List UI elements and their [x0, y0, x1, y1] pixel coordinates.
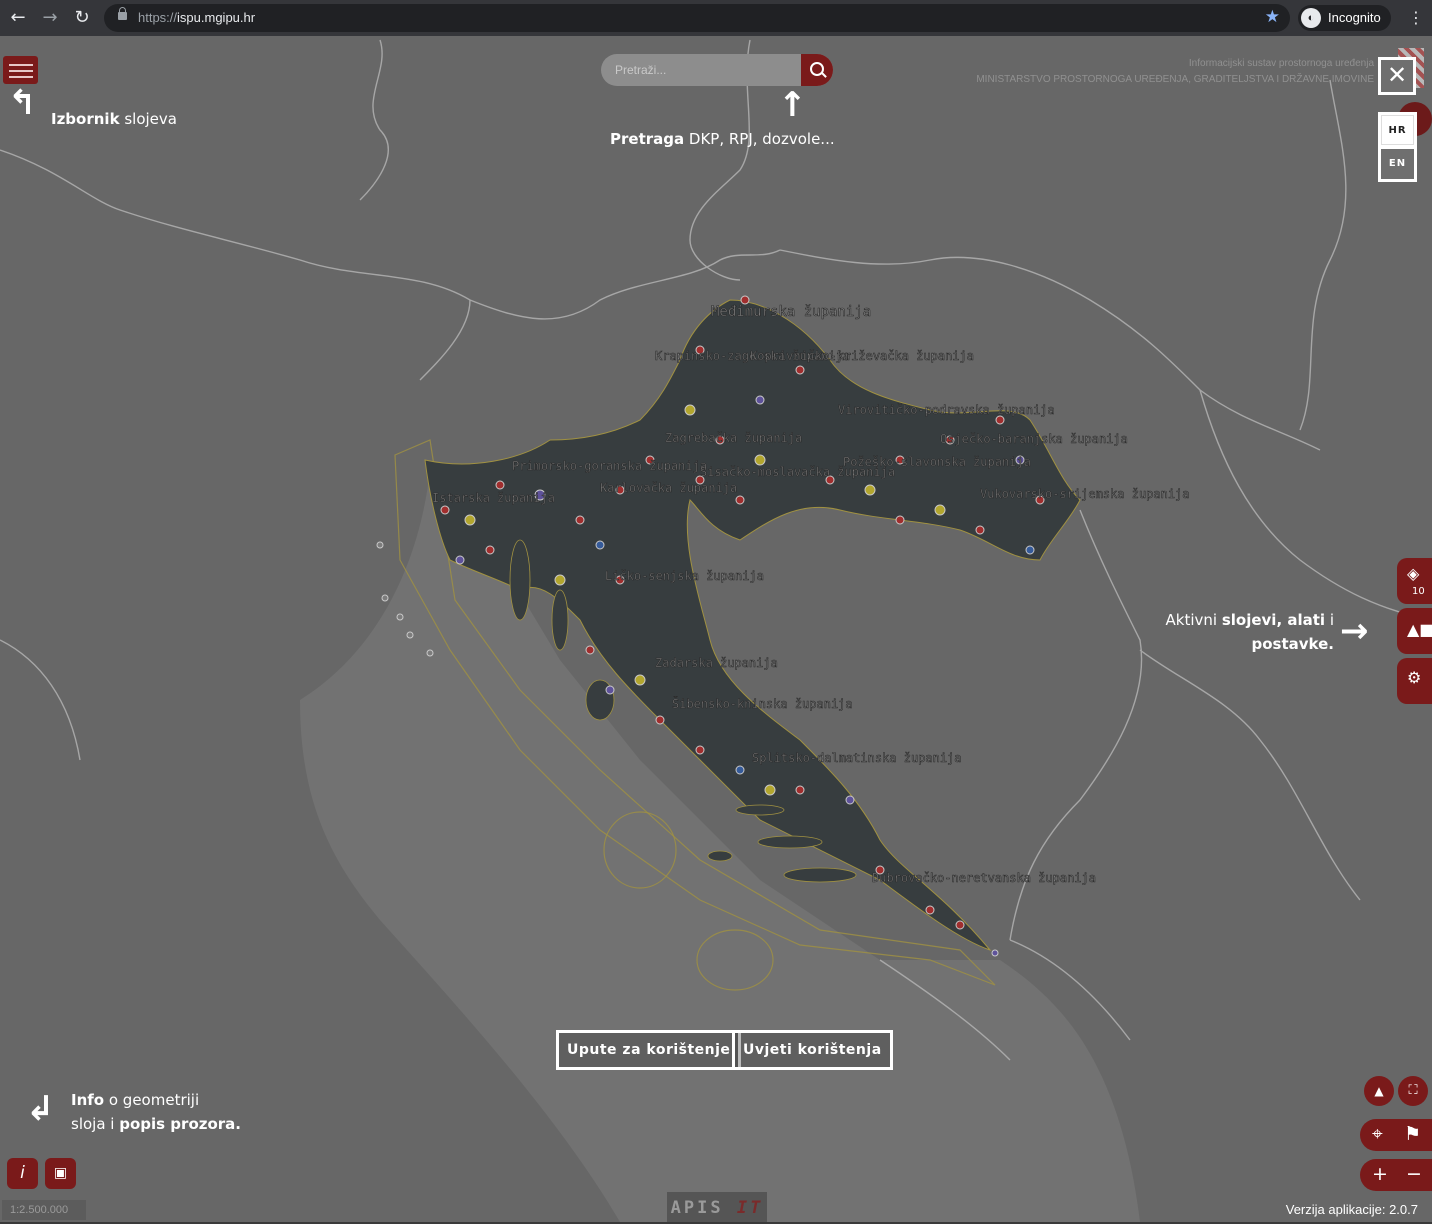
incognito-icon: ◐: [1301, 8, 1321, 28]
map-label: Istarska županija: [432, 491, 555, 505]
search-input[interactable]: [601, 54, 801, 86]
app-version: Verzija aplikacije: 2.0.7: [1285, 1202, 1418, 1217]
browser-toolbar: ← → ↻ https://ispu.mgipu.hr ★ ◐ Incognit…: [0, 0, 1432, 36]
browser-menu-icon[interactable]: ⋮: [1408, 8, 1424, 27]
map-label: Ličko-senjska županija: [605, 569, 764, 583]
search-hint: Pretraga DKP, RPJ, dozvole...: [610, 130, 835, 148]
search-button[interactable]: [801, 54, 833, 86]
tools-hint: Aktivni slojevi, alati i postavke.: [1165, 611, 1335, 653]
apis-it-logo: APIS IT: [667, 1192, 767, 1222]
shapes-icon: ▲■: [1407, 620, 1432, 639]
croatia-extent-icon[interactable]: ⚑: [1404, 1123, 1421, 1145]
map-scale: 1:2.500.000: [2, 1200, 86, 1220]
map-label: Sisačko-moslavačka županija: [700, 465, 895, 479]
info-hint: Info o geometriji sloja i popis prozora.: [71, 1091, 241, 1133]
incognito-label: Incognito: [1328, 10, 1381, 25]
terms-of-use-button[interactable]: Uvjeti korištenja: [732, 1030, 893, 1070]
arrow-right-icon: →: [1340, 611, 1369, 651]
location-pin-icon[interactable]: ⌖: [1372, 1123, 1383, 1145]
lang-en-button[interactable]: EN: [1381, 149, 1414, 179]
map-label: Dubrovačko-neretvanska županija: [872, 871, 1096, 885]
arrow-down-left-icon: ↲: [26, 1089, 55, 1129]
zoom-out-button[interactable]: −: [1406, 1163, 1422, 1185]
map-label: Karlovačka županija: [600, 481, 737, 495]
arrow-up-icon: ↑: [778, 85, 807, 125]
map-label: Osječko-baranjska županija: [940, 432, 1128, 446]
zoom-in-button[interactable]: +: [1372, 1163, 1388, 1185]
map-label: Zadarska županija: [655, 656, 778, 670]
active-layers-tab[interactable]: ◈ 10: [1397, 558, 1432, 604]
map-label: Splitsko-dalmatinska županija: [752, 751, 962, 765]
search-box: [601, 54, 833, 86]
map-label: Šibensko-kninska županija: [672, 696, 853, 711]
layer-menu-hint: Izbornik slojeva: [51, 110, 177, 128]
user-guide-button[interactable]: Upute za korištenje: [556, 1030, 742, 1070]
map-label: Virovitičko-podravska županija: [838, 403, 1055, 417]
tools-tab[interactable]: ▲■: [1397, 608, 1432, 654]
layers-icon: ◈: [1407, 564, 1420, 583]
map-label: Primorsko-goranska županija: [512, 459, 707, 473]
layer-menu-button[interactable]: [3, 56, 38, 84]
close-overlay-button[interactable]: ✕: [1378, 57, 1416, 95]
map-label: Vukovarsko-srijemska županija: [980, 487, 1190, 501]
incognito-badge[interactable]: ◐ Incognito: [1298, 5, 1391, 31]
windows-list-button[interactable]: ▣: [45, 1158, 76, 1189]
arrow-up-left-icon: ↰: [8, 83, 37, 123]
ministry-banner: Informacijski sustav prostornoga uređenj…: [976, 58, 1374, 85]
map-label: Međimurska županija: [711, 304, 871, 320]
lock-icon: [118, 7, 127, 20]
forward-icon[interactable]: →: [38, 6, 62, 30]
info-button[interactable]: i: [7, 1158, 38, 1189]
location-tools: ⌖ ⚑: [1360, 1119, 1432, 1151]
reload-icon[interactable]: ↻: [70, 6, 94, 30]
zoom-controls: + −: [1360, 1159, 1432, 1191]
settings-tab[interactable]: ⚙: [1397, 658, 1432, 704]
back-icon[interactable]: ←: [6, 6, 30, 30]
map-label: Koprivničko-križevačka županija: [750, 349, 974, 363]
address-bar[interactable]: https://ispu.mgipu.hr ★: [104, 4, 1290, 32]
url-text: https://ispu.mgipu.hr: [138, 10, 256, 25]
language-switcher: HR EN: [1378, 112, 1417, 182]
bookmark-star-icon[interactable]: ★: [1265, 7, 1280, 27]
fullscreen-icon[interactable]: ⛶: [1398, 1076, 1428, 1106]
map-label: Zagrebačka županija: [665, 431, 802, 445]
gear-globe-icon: ⚙: [1407, 668, 1422, 687]
lang-hr-button[interactable]: HR: [1381, 115, 1414, 145]
layers-count: 10: [1412, 586, 1425, 597]
compass-north-icon[interactable]: ▲: [1364, 1076, 1394, 1106]
